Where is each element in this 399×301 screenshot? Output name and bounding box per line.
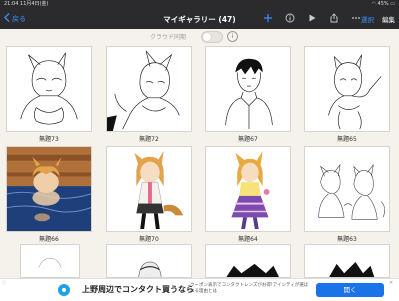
share-icon[interactable] — [328, 12, 340, 24]
gallery-item[interactable] — [106, 146, 192, 232]
ad-logo-icon — [58, 284, 70, 296]
gallery-item-title: 無題67 — [238, 136, 258, 143]
artwork-thumbnail — [7, 147, 91, 231]
navigation-bar: 戻る マイギャラリー (47) 選択 編集 — [0, 9, 399, 29]
wifi-icon: ◠ — [371, 1, 376, 7]
ad-close-icon[interactable]: ✕ — [389, 280, 393, 286]
gallery-item-title: 無題64 — [238, 236, 258, 243]
gallery-item[interactable] — [304, 46, 390, 132]
gallery-item[interactable] — [304, 244, 390, 278]
gallery-item[interactable] — [106, 46, 192, 132]
gallery-item[interactable] — [205, 146, 291, 232]
artwork-thumbnail — [328, 54, 382, 130]
cloud-sync-toggle[interactable] — [201, 31, 223, 43]
gallery-item-title: 無題72 — [139, 136, 159, 143]
gallery-item[interactable] — [20, 244, 80, 278]
artwork-thumbnail — [318, 164, 385, 220]
battery-indicator: ◠ 45% ▭ — [372, 0, 395, 9]
select-button[interactable]: 選択 — [361, 14, 374, 24]
artwork-thumbnail — [20, 52, 78, 125]
gallery-item[interactable] — [6, 46, 92, 132]
status-date: 11月4日(金) — [20, 1, 49, 7]
ad-subtext: クーポン表示でコンタクトレンズがお得!アイシティが選ばれる理由とは — [190, 283, 309, 294]
gallery-item-title: 無題66 — [39, 236, 59, 243]
gallery-item-title: 無題63 — [337, 236, 357, 243]
artwork-thumbnail — [231, 150, 270, 230]
artwork-thumbnail — [138, 261, 162, 277]
artwork-thumbnail — [134, 150, 184, 230]
gallery-item[interactable] — [106, 244, 192, 278]
artwork-thumbnail — [225, 58, 273, 130]
gallery-item[interactable] — [304, 146, 390, 232]
status-time: 21:04 — [4, 1, 19, 7]
cloud-info-icon[interactable]: i — [227, 31, 238, 42]
edit-button[interactable]: 編集 — [382, 14, 395, 24]
battery-percent: 45% — [377, 1, 389, 7]
toggle-knob — [203, 33, 211, 41]
battery-icon: ▭ — [390, 1, 395, 7]
play-icon[interactable] — [306, 12, 318, 24]
gallery-item[interactable] — [6, 146, 92, 232]
artwork-thumbnail — [226, 263, 280, 277]
gallery-item-title: 無題70 — [139, 236, 159, 243]
artwork-thumbnail — [38, 257, 62, 268]
artwork-thumbnail — [329, 261, 375, 277]
gallery-item[interactable] — [205, 46, 291, 132]
artwork-thumbnail — [107, 50, 180, 131]
cloud-sync-row: クラウド同期 i — [0, 29, 399, 43]
info-icon[interactable] — [284, 12, 296, 24]
ad-open-button[interactable]: 開く — [316, 283, 384, 297]
status-bar: 21:04 11月4日(金) ◠ 45% ▭ — [0, 0, 399, 9]
ad-info-icon[interactable]: ⓘ — [2, 280, 6, 286]
ad-banner[interactable]: 上野周辺でコンタクト買うなら クーポン表示でコンタクトレンズがお得!アイシティが… — [0, 278, 399, 301]
plus-icon[interactable] — [262, 12, 274, 24]
gallery-item-title: 無題65 — [337, 136, 357, 143]
gallery-item-title: 無題73 — [39, 136, 59, 143]
ad-headline: 上野周辺でコンタクト買うなら — [82, 285, 194, 294]
cloud-sync-label: クラウド同期 — [150, 34, 187, 41]
gallery-item[interactable] — [205, 244, 291, 278]
